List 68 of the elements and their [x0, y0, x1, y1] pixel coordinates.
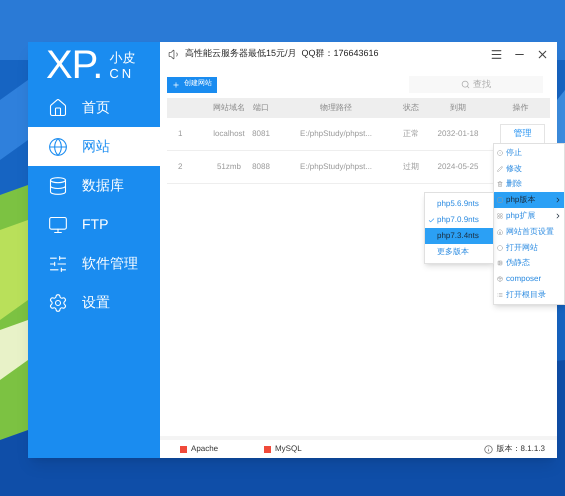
table-cell: E:/phpStudy/phpst... — [300, 162, 372, 171]
logo-text: CN — [109, 66, 136, 80]
version-text: 版本：8.1.1.3 — [496, 443, 545, 455]
menu-item[interactable]: 修改 — [494, 160, 564, 177]
check-icon — [428, 216, 434, 224]
service-name: Apache — [191, 443, 218, 455]
column-header: 到期 — [450, 103, 466, 112]
table-cell: 2024-05-25 — [438, 162, 478, 171]
sidebar-item[interactable]: 首页 — [28, 88, 160, 127]
table-cell: 51zmb — [216, 162, 241, 171]
menu-item[interactable]: 删除 — [494, 176, 564, 192]
package-icon — [497, 276, 503, 282]
menu-item[interactable]: 打开网站 — [494, 240, 564, 256]
sidebar-item[interactable]: FTP — [28, 205, 160, 244]
house-icon — [48, 98, 68, 118]
sliders-icon — [48, 254, 68, 274]
menu-item[interactable]: php版本 — [494, 192, 564, 208]
plus-icon — [172, 80, 180, 88]
table-cell: 2032-01-18 — [438, 129, 478, 138]
table-cell: 8088 — [252, 162, 270, 171]
grid-icon — [497, 213, 503, 220]
menu-item[interactable]: 打开根目录 — [494, 287, 564, 303]
trash-icon — [497, 181, 503, 188]
table-cell: E:/phpStudy/phpst... — [300, 129, 372, 138]
database-icon — [48, 176, 68, 196]
menu-item[interactable]: php扩展 — [494, 208, 564, 224]
square-icon — [497, 197, 503, 204]
logo-mark: XP. — [46, 45, 102, 85]
menu-item[interactable]: 更多版本 — [425, 244, 493, 260]
menu-item[interactable]: php7.3.4nts — [425, 228, 493, 244]
column-header: 端口 — [253, 103, 269, 112]
house-icon — [497, 228, 503, 235]
service-name: MySQL — [275, 443, 302, 455]
search-field[interactable]: 查找 — [409, 76, 543, 93]
close-icon[interactable] — [536, 48, 549, 60]
monitor-icon — [48, 214, 68, 234]
list-icon — [497, 292, 503, 298]
table-cell: 过期 — [403, 162, 419, 171]
menu-item[interactable]: php7.0.9nts — [425, 212, 493, 228]
menu-item[interactable]: php5.6.9nts — [425, 196, 493, 212]
sidebar-item[interactable]: 设置 — [28, 283, 160, 322]
sidebar-item[interactable]: 数据库 — [28, 166, 160, 205]
menu-icon[interactable] — [490, 48, 503, 60]
gear-icon — [497, 260, 503, 266]
table-cell: 8081 — [252, 129, 270, 138]
column-header: 物理路径 — [320, 103, 352, 112]
pencil-icon — [497, 166, 503, 172]
table-cell: localhost — [213, 129, 245, 138]
dot-icon — [497, 150, 503, 156]
column-header: 操作 — [512, 103, 528, 112]
notice-text: 高性能云服务器最低15元/月 QQ群：176643616 — [185, 47, 379, 60]
table-cell: 1 — [178, 129, 182, 138]
search-icon — [461, 80, 470, 89]
menu-item[interactable]: 伪静态 — [494, 256, 564, 272]
column-header: 网站域名 — [213, 103, 245, 112]
logo-text: 小皮 — [109, 50, 136, 64]
menu-item[interactable]: 停止 — [494, 145, 564, 161]
sidebar-item[interactable]: 网站 — [28, 127, 160, 166]
info-icon — [484, 444, 493, 454]
sidebar-item[interactable]: 软件管理 — [28, 244, 160, 283]
settings-icon — [48, 292, 68, 312]
globe-icon — [48, 136, 68, 156]
menu-item[interactable]: 网站首页设置 — [494, 224, 564, 240]
column-header: 状态 — [403, 103, 419, 112]
menu-item[interactable]: composer — [494, 271, 564, 288]
circle-icon — [497, 244, 503, 251]
table-cell: 正常 — [403, 129, 419, 138]
table-cell: 2 — [178, 162, 182, 171]
